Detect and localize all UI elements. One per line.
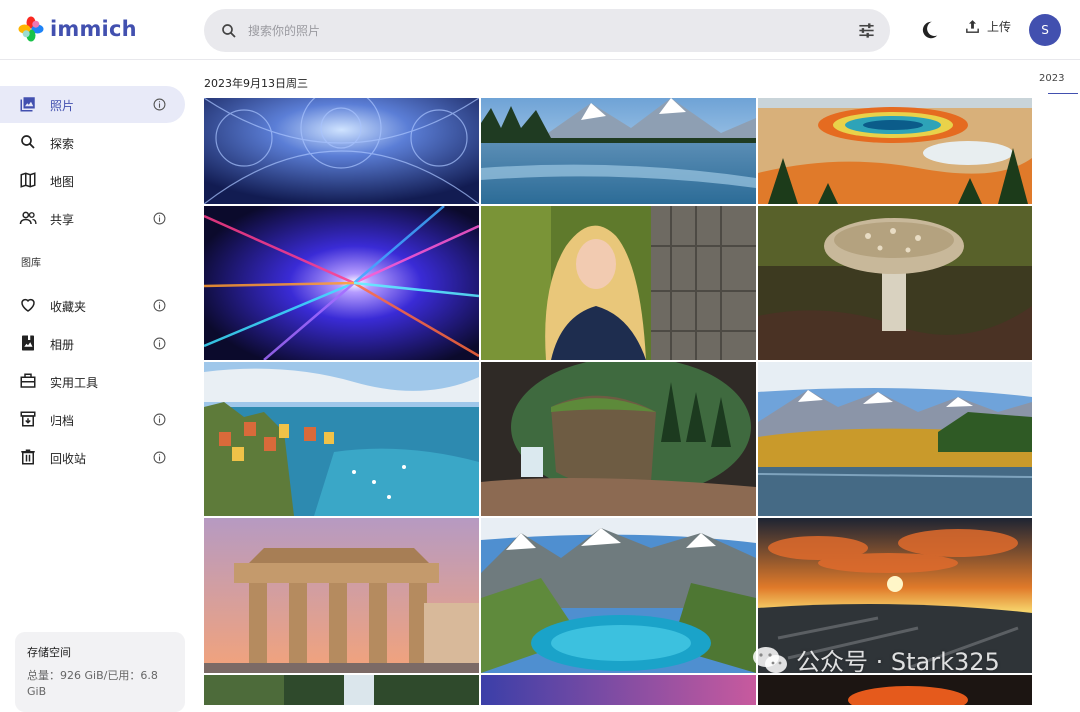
trash-icon [21, 449, 35, 465]
app-name: immich [50, 17, 137, 41]
photo-thumbnail[interactable] [481, 362, 756, 516]
sidebar-item-explore[interactable]: 探索 [0, 124, 185, 161]
watermark: 公众号 · Stark325 [752, 642, 1000, 677]
storage-value: 总量：926 GiB/已用：6.8 GiB [27, 669, 158, 698]
sidebar-item-label: 共享 [50, 213, 75, 227]
scrubber-indicator[interactable] [1048, 93, 1078, 94]
top-bar: immich 上传 S [0, 0, 1080, 60]
photo-thumbnail[interactable] [204, 98, 479, 204]
people-icon [19, 211, 37, 225]
photo-grid [204, 98, 1032, 705]
sidebar-item-albums[interactable]: 相册 [0, 325, 185, 362]
sidebar-item-label: 照片 [50, 99, 75, 113]
sidebar-item-archive[interactable]: 归档 [0, 401, 185, 438]
sidebar-item-label: 归档 [50, 414, 75, 428]
sidebar-item-label: 相册 [50, 338, 75, 352]
upload-icon [966, 20, 979, 33]
wechat-icon [753, 646, 787, 673]
photo-thumbnail[interactable] [204, 675, 479, 705]
photo-thumbnail[interactable] [758, 98, 1032, 204]
photo-thumbnail[interactable] [758, 362, 1032, 516]
search-icon [21, 135, 35, 149]
sidebar: 照片 探索 地图 共享 图库 收藏夹 相册 实用工具 归档 回收站 存储空间 总… [0, 61, 195, 712]
watermark-text: 公众号 · Stark325 [796, 648, 1000, 676]
upload-button[interactable]: 上传 [964, 18, 1011, 35]
search-input[interactable] [248, 18, 828, 43]
photo-thumbnail[interactable] [758, 206, 1032, 360]
info-icon[interactable] [153, 98, 166, 111]
sidebar-item-photos[interactable]: 照片 [0, 86, 185, 123]
sidebar-item-label: 实用工具 [50, 376, 99, 390]
info-icon[interactable] [153, 413, 166, 426]
sidebar-item-label: 回收站 [50, 452, 87, 466]
photo-thumbnail[interactable] [758, 675, 1032, 705]
info-icon[interactable] [153, 451, 166, 464]
search-icon[interactable] [220, 22, 238, 40]
scrubber-year-label[interactable]: 2023 [1039, 73, 1064, 84]
sidebar-item-sharing[interactable]: 共享 [0, 200, 185, 237]
storage-panel: 存储空间 总量：926 GiB/已用：6.8 GiB [15, 632, 185, 712]
storage-title: 存储空间 [27, 646, 71, 659]
upload-label: 上传 [987, 20, 1012, 34]
heart-icon [21, 298, 35, 312]
photo-thumbnail[interactable] [481, 98, 756, 204]
sidebar-item-map[interactable]: 地图 [0, 162, 185, 199]
photo-thumbnail[interactable] [481, 206, 756, 360]
map-icon [20, 172, 36, 188]
info-icon[interactable] [153, 337, 166, 350]
app-logo[interactable]: immich [18, 16, 137, 42]
search-bar[interactable] [204, 9, 890, 52]
toolbox-icon [20, 373, 36, 388]
moon-icon[interactable] [918, 19, 940, 41]
immich-logo-icon [18, 16, 44, 42]
library-section-label: 图库 [21, 258, 41, 269]
album-icon [22, 335, 34, 351]
avatar[interactable]: S [1029, 14, 1061, 46]
sidebar-item-label: 探索 [50, 137, 75, 151]
archive-icon [20, 411, 36, 427]
tune-icon[interactable] [857, 21, 876, 40]
info-icon[interactable] [153, 212, 166, 225]
date-group-heading: 2023年9月13日周三 [204, 77, 308, 90]
sidebar-item-label: 收藏夹 [50, 300, 87, 314]
sidebar-item-label: 地图 [50, 175, 75, 189]
photo-thumbnail[interactable] [481, 675, 756, 705]
photo-thumbnail[interactable] [204, 206, 479, 360]
sidebar-item-trash[interactable]: 回收站 [0, 439, 185, 476]
sidebar-item-favorites[interactable]: 收藏夹 [0, 287, 185, 324]
info-icon[interactable] [153, 299, 166, 312]
photo-thumbnail[interactable] [204, 362, 479, 516]
photo-thumbnail[interactable] [481, 518, 756, 673]
sidebar-item-utilities[interactable]: 实用工具 [0, 363, 185, 400]
photo-thumbnail[interactable] [204, 518, 479, 673]
photos-icon [20, 97, 35, 112]
